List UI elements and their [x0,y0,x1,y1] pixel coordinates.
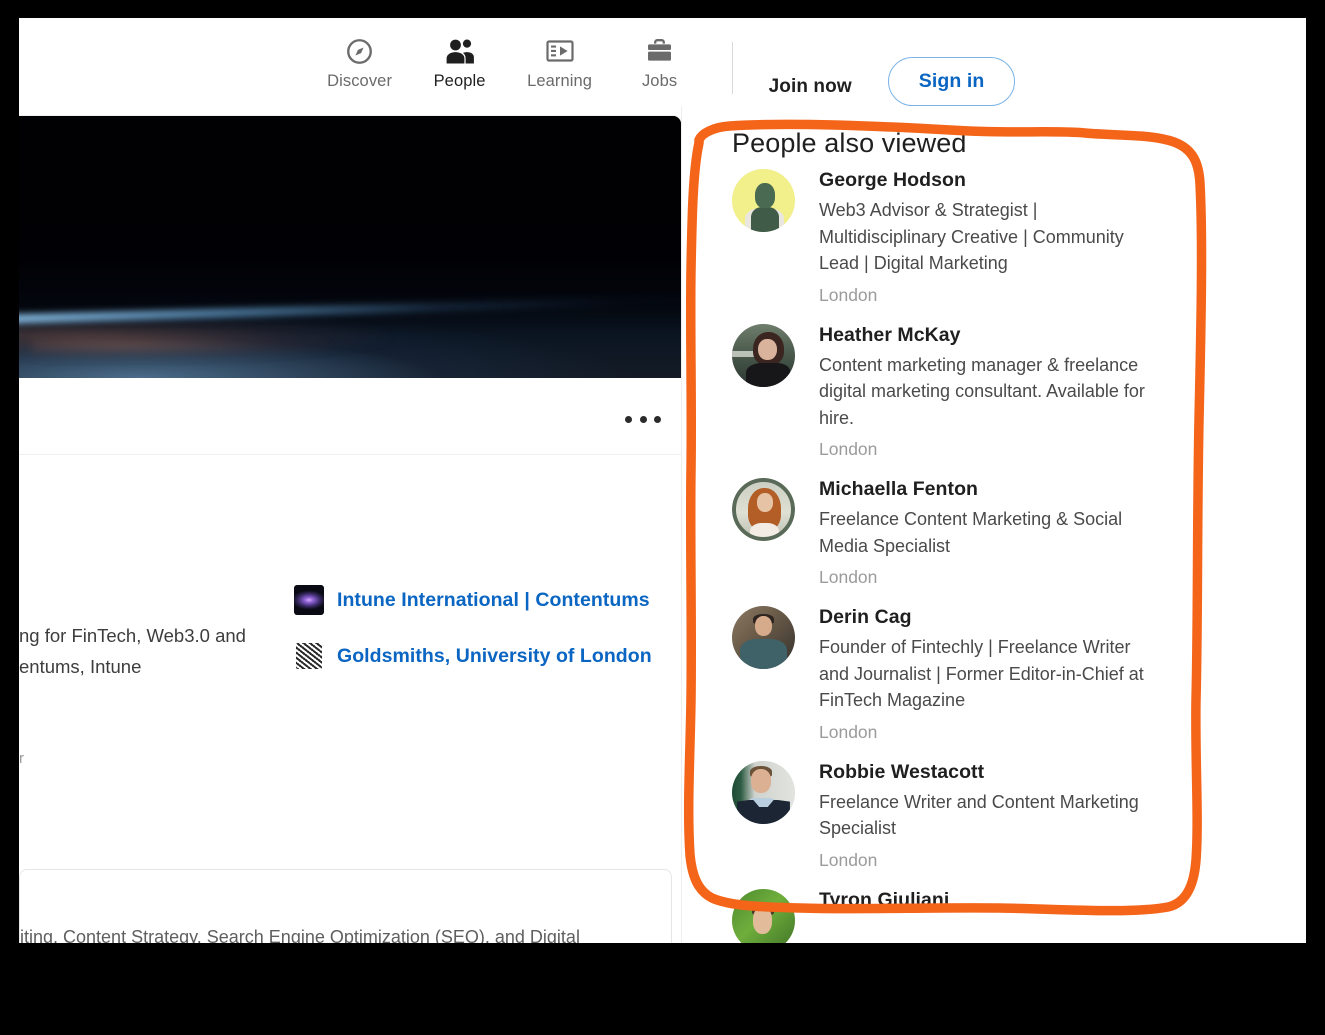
page-body: ng for FinTech, Web3.0 and entums, Intun… [19,106,1306,943]
nav-divider [732,42,733,94]
skills-summary-text: iting, Content Strategy, Search Engine O… [20,925,580,943]
nav-item-jobs[interactable]: Jobs [610,32,710,106]
person-name[interactable]: Tyron Giuliani [819,889,949,911]
dot-3 [654,416,661,423]
list-item[interactable]: Tyron Giuliani [732,886,1292,944]
avatar[interactable] [732,478,795,541]
cover-photo[interactable] [19,116,681,378]
list-item[interactable]: Derin Cag Founder of Fintechly | Freelan… [732,603,1292,758]
person-location: London [819,719,1292,745]
nav-label-people: People [434,73,486,90]
nav-items-group: Discover People [310,18,1016,106]
list-item-info: Derin Cag Founder of Fintechly | Freelan… [819,603,1292,745]
person-headline: Freelance Writer and Content Marketing S… [819,789,1159,842]
person-headline: Web3 Advisor & Strategist | Multidiscipl… [819,197,1159,277]
nav-item-people[interactable]: People [410,32,510,106]
compass-icon [346,36,373,66]
list-item-info: Robbie Westacott Freelance Writer and Co… [819,758,1292,873]
list-item-info: George Hodson Web3 Advisor & Strategist … [819,166,1292,308]
list-item-info: Tyron Giuliani [819,886,1292,944]
profile-headline-line-1: ng for FinTech, Web3.0 and [19,621,246,651]
goldsmiths-logo-icon [294,641,324,671]
screenshot-frame: Discover People [0,0,1325,1035]
list-item[interactable]: George Hodson Web3 Advisor & Strategist … [732,166,1292,321]
person-name[interactable]: Michaella Fenton [819,478,978,500]
person-location: London [819,436,1292,462]
person-name[interactable]: Derin Cag [819,606,912,628]
avatar-image-michaella-fenton [732,478,795,541]
avatar-image-tyron-giuliani [732,889,795,944]
people-also-viewed-title: People also viewed [732,128,966,159]
person-location: London [819,847,1292,873]
people-also-viewed-panel: People also viewed George Hodson Web3 Ad… [681,106,1306,943]
profile-experience-list: Intune International | Contentums Goldsm… [294,572,684,684]
education-school-link[interactable]: Goldsmiths, University of London [337,645,652,668]
list-item[interactable]: Robbie Westacott Freelance Writer and Co… [732,758,1292,886]
nav-label-learning: Learning [527,73,592,90]
experience-item-education[interactable]: Goldsmiths, University of London [294,628,684,684]
profile-headline-line-2: entums, Intune [19,652,141,682]
list-item[interactable]: Michaella Fenton Freelance Content Marke… [732,475,1292,603]
more-actions-button[interactable] [625,404,661,434]
join-now-button[interactable]: Join now [759,68,862,106]
person-name[interactable]: Robbie Westacott [819,761,984,783]
avatar-image-george-hodson [732,169,795,232]
avatar[interactable] [732,889,795,944]
list-item-info: Heather McKay Content marketing manager … [819,321,1292,463]
profile-card [19,116,681,454]
person-name[interactable]: Heather McKay [819,324,961,346]
nav-item-learning[interactable]: Learning [510,32,610,106]
experience-company-link[interactable]: Intune International | Contentums [337,589,650,612]
profile-main-column: ng for FinTech, Web3.0 and entums, Intun… [19,106,681,943]
person-name[interactable]: George Hodson [819,169,966,191]
learning-icon [546,36,574,66]
sign-in-button[interactable]: Sign in [888,57,1016,106]
person-headline: Content marketing manager & freelance di… [819,352,1159,432]
avatar[interactable] [732,169,795,232]
avatar[interactable] [732,324,795,387]
nav-item-discover[interactable]: Discover [310,32,410,106]
experience-item-company[interactable]: Intune International | Contentums [294,572,684,628]
top-navigation-bar: Discover People [19,18,1306,106]
avatar[interactable] [732,606,795,669]
person-headline: Founder of Fintechly | Freelance Writer … [819,634,1159,714]
person-location: London [819,282,1292,308]
list-item-info: Michaella Fenton Freelance Content Marke… [819,475,1292,590]
people-also-viewed-list: George Hodson Web3 Advisor & Strategist … [732,166,1292,943]
avatar-image-derin-cag [732,606,795,669]
dot-1 [625,416,632,423]
briefcase-icon [646,36,673,66]
person-location: London [819,564,1292,590]
dot-2 [640,416,647,423]
avatar-image-robbie-westacott [732,761,795,824]
nav-label-discover: Discover [327,73,392,90]
avatar[interactable] [732,761,795,824]
person-headline: Freelance Content Marketing & Social Med… [819,506,1159,559]
nav-label-jobs: Jobs [642,73,677,90]
avatar-image-heather-mckay [732,324,795,387]
cover-clouds [32,333,330,359]
browser-viewport: Discover People [19,18,1306,943]
list-item[interactable]: Heather McKay Content marketing manager … [732,321,1292,476]
people-icon [445,36,475,66]
intune-logo-icon [294,585,324,615]
clipped-text-fragment: r [19,751,24,767]
skills-card: iting, Content Strategy, Search Engine O… [19,869,672,943]
